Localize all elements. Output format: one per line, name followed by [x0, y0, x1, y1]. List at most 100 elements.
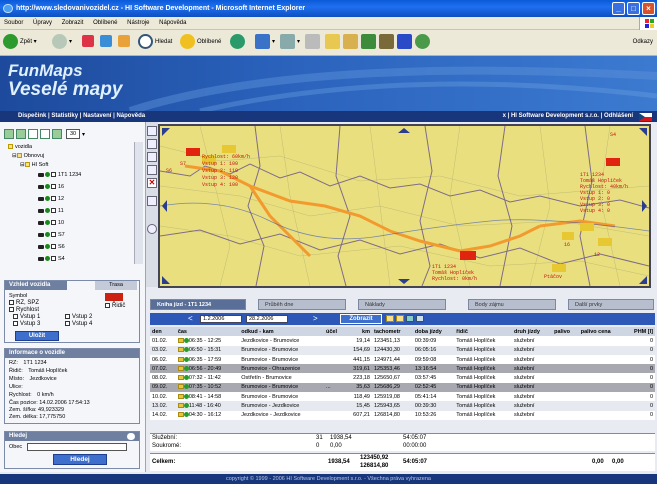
- col-doba-jizdy[interactable]: doba jízdy: [412, 327, 455, 337]
- edit-button[interactable]: [325, 34, 342, 51]
- tree-vehicle[interactable]: 1T1 1234: [38, 171, 81, 180]
- next-arrow-icon[interactable]: >: [313, 314, 318, 323]
- table-row[interactable]: 07.02. 06:56 - 20:49 Brumovice - Ohrazenic…: [150, 364, 655, 374]
- tree-vehicle[interactable]: 11: [38, 207, 64, 216]
- tab-body-zajmu[interactable]: Body zájmu: [468, 299, 556, 310]
- vehicle-checkbox[interactable]: [51, 256, 56, 262]
- search-icon[interactable]: [127, 433, 135, 440]
- layer-icon[interactable]: [16, 129, 26, 139]
- table-row[interactable]: 13.02. 11:48 - 16:40 Brumovice - Jezdkovic…: [150, 401, 655, 411]
- pan-ne-icon[interactable]: [639, 128, 647, 136]
- layer-icon[interactable]: [4, 129, 14, 139]
- folder-icon[interactable]: [386, 315, 394, 322]
- folder-icon[interactable]: [177, 365, 184, 371]
- legend-rychlost-option[interactable]: Rychlost: [9, 307, 39, 313]
- obec-input[interactable]: [27, 443, 127, 451]
- tool-button-2[interactable]: [415, 34, 432, 51]
- legend-vstup2-option[interactable]: Vstup 2: [65, 314, 92, 320]
- tree-root[interactable]: vozidla: [8, 143, 32, 152]
- col-ucel[interactable]: účel: [324, 327, 345, 337]
- close-window-button[interactable]: ×: [642, 2, 655, 15]
- col-cas[interactable]: čas: [175, 327, 240, 337]
- tree-vehicle[interactable]: 12: [38, 195, 64, 204]
- forward-button[interactable]: ▾: [52, 34, 72, 51]
- legend-vstup3-option[interactable]: Vstup 3: [13, 321, 40, 327]
- research-button[interactable]: [379, 34, 396, 51]
- favorites-button[interactable]: Oblíbené: [180, 34, 221, 51]
- tree-subgroup[interactable]: ⊟ HI Soft: [20, 161, 48, 170]
- folder-icon[interactable]: [177, 356, 184, 362]
- col-tachometr[interactable]: tachometr: [371, 327, 413, 337]
- nav-napoveda[interactable]: Nápověda: [116, 113, 145, 119]
- truck-marker[interactable]: [562, 232, 574, 240]
- tab-naklady[interactable]: Náklady: [358, 299, 446, 310]
- show-button[interactable]: Zobrazit: [340, 314, 382, 324]
- truck-marker[interactable]: [460, 251, 476, 260]
- prev-arrow-icon[interactable]: <: [188, 314, 193, 323]
- menu-edit[interactable]: Úpravy: [29, 17, 56, 30]
- ridic-checkbox[interactable]: [105, 303, 110, 308]
- pan-right-icon[interactable]: [642, 200, 647, 212]
- folder-icon[interactable]: [177, 393, 184, 399]
- home-button[interactable]: [118, 34, 132, 51]
- table-row[interactable]: 14.02. 04:30 - 16:12 Jezdkovice - Jezdkovi…: [150, 410, 655, 420]
- folder-icon[interactable]: [177, 337, 184, 343]
- zoom-in-icon[interactable]: [147, 152, 157, 162]
- vstup4-checkbox[interactable]: [65, 321, 70, 326]
- vehicle-checkbox[interactable]: [51, 232, 56, 238]
- menu-favorites[interactable]: Oblíbené: [89, 17, 121, 30]
- vehicle-checkbox[interactable]: [51, 220, 56, 226]
- pan-up-icon[interactable]: [398, 128, 410, 133]
- tab-trasa[interactable]: Trasa: [95, 281, 137, 290]
- tool-button-1[interactable]: [397, 34, 414, 51]
- logout-link[interactable]: Odhlášení: [604, 113, 633, 119]
- nav-statistiky[interactable]: Statistiky: [51, 113, 78, 119]
- save-button[interactable]: Uložit: [15, 331, 59, 341]
- back-button[interactable]: Zpět ▾: [3, 34, 37, 51]
- col-druh-jizdy[interactable]: druh jízdy: [512, 327, 553, 337]
- menu-help[interactable]: Nápověda: [155, 17, 190, 30]
- legend-vstup4-option[interactable]: Vstup 4: [65, 321, 92, 327]
- truck-marker[interactable]: [222, 145, 236, 153]
- zoom-input[interactable]: 30: [66, 129, 80, 139]
- date-from-input[interactable]: 1.2.2006: [200, 315, 242, 323]
- truck-marker[interactable]: [580, 223, 594, 231]
- tree-vehicle[interactable]: S4: [38, 255, 65, 264]
- print-button[interactable]: [305, 34, 322, 51]
- col-ridic[interactable]: řidič: [454, 327, 512, 337]
- maximize-button[interactable]: □: [627, 2, 640, 15]
- tree-group[interactable]: ⊟ Obnovuj: [12, 152, 44, 161]
- nav-nastaveni[interactable]: Nastavení: [83, 113, 111, 119]
- rychlost-checkbox[interactable]: [9, 307, 14, 312]
- table-row[interactable]: 06.02. 06:35 - 17:59 Brumovice - Brumovice…: [150, 354, 655, 365]
- tab-dalsi-prvky[interactable]: Další prvky: [568, 299, 654, 310]
- legend-ridic-option[interactable]: Řidič: [105, 303, 125, 309]
- vehicle-checkbox[interactable]: [51, 172, 56, 178]
- zoom-out-icon[interactable]: [147, 165, 157, 175]
- folder-icon[interactable]: [177, 403, 184, 409]
- truck-marker[interactable]: [606, 158, 620, 166]
- open-folder-icon[interactable]: [396, 315, 404, 322]
- menu-file[interactable]: Soubor: [0, 17, 27, 30]
- measure-icon[interactable]: [147, 196, 157, 206]
- folder-icon[interactable]: [177, 384, 184, 390]
- legend-vstup1-option[interactable]: Vstup 1: [13, 314, 40, 320]
- legend-rz-option[interactable]: RZ, SPZ: [9, 300, 39, 306]
- links-label[interactable]: Odkazy: [633, 34, 653, 51]
- messenger-button[interactable]: [361, 34, 378, 51]
- czech-flag-icon[interactable]: [639, 113, 652, 121]
- checkbox-icon[interactable]: [40, 129, 50, 139]
- tree-scrollbar[interactable]: [134, 142, 143, 264]
- media-button[interactable]: [230, 34, 247, 51]
- history-button[interactable]: ▾: [255, 34, 275, 51]
- menu-view[interactable]: Zobrazit: [58, 17, 88, 30]
- pan-se-icon[interactable]: [639, 276, 647, 284]
- pan-icon[interactable]: [147, 126, 157, 136]
- vehicle-checkbox[interactable]: [51, 196, 56, 202]
- refresh-button[interactable]: [100, 34, 114, 51]
- nav-close-x[interactable]: x: [503, 113, 506, 119]
- vstup3-checkbox[interactable]: [13, 321, 18, 326]
- vehicle-checkbox[interactable]: [51, 184, 56, 190]
- map-view[interactable]: Rychlost: 60km/h Vstup 1: 100 Vstup 2: 1…: [158, 124, 651, 288]
- tab-kniha-jizd[interactable]: Kniha jízd - 1T1 1234: [150, 299, 246, 310]
